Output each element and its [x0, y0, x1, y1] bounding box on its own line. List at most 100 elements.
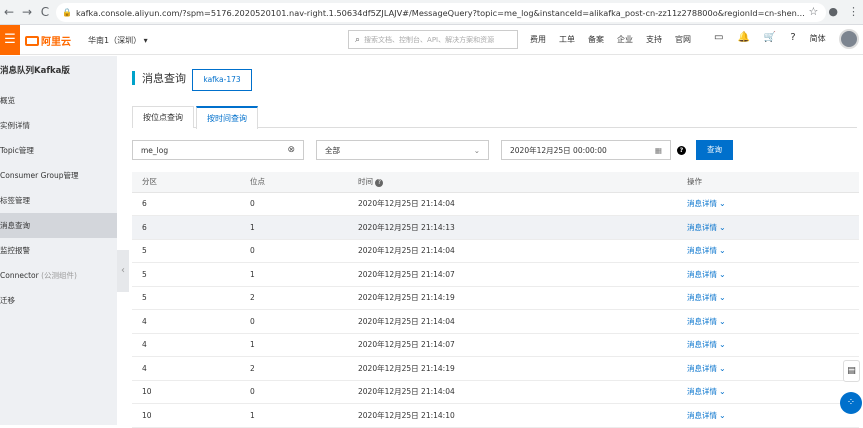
sidebar-item-overview[interactable]: 概览 [0, 88, 117, 113]
instance-chip[interactable]: kafka-173 [192, 69, 252, 91]
table-row: 4 2 2020年12月25日 21:14:19 消息详情 ⌄ [132, 356, 859, 381]
aliyun-logo[interactable]: 阿里云 [25, 33, 71, 48]
offset-cell: 1 [240, 215, 348, 240]
sidebar-item-message-query[interactable]: 消息查询 [0, 213, 117, 238]
sidebar-item-label: 迁移 [0, 296, 15, 305]
calendar-icon[interactable]: ▦ [655, 146, 662, 155]
action-cell: 消息详情 ⌄ [677, 403, 859, 428]
chevron-down-icon: ⌄ [719, 246, 726, 256]
message-detail-label: 消息详情 [687, 269, 717, 279]
screen-icon[interactable]: ▭ [714, 32, 723, 46]
star-icon[interactable]: ☆ [809, 5, 819, 18]
tab-by-time[interactable]: 按时间查询 [196, 106, 258, 129]
title-accent [132, 71, 135, 85]
message-detail-link[interactable]: 消息详情 ⌄ [687, 317, 726, 326]
tab-by-offset[interactable]: 按位点查询 [132, 106, 194, 128]
back-icon[interactable]: ← [0, 5, 18, 19]
col-header-time-label: 时间 [358, 177, 373, 187]
message-detail-link[interactable]: 消息详情 ⌄ [687, 293, 726, 302]
sidebar-item-consumer-group[interactable]: Consumer Group管理 [0, 163, 117, 188]
nav-link-fees[interactable]: 费用 [530, 34, 546, 45]
search-placeholder: 搜索文档、控制台、API、解决方案和资源 [364, 35, 495, 44]
page-header: 消息查询 [132, 70, 186, 86]
app-menu-button[interactable]: ⁘ [840, 392, 862, 414]
address-bar[interactable]: 🔒 kafka.console.aliyun.com/?spm=5176.202… [56, 3, 826, 22]
nav-link-official[interactable]: 官网 [675, 34, 691, 45]
bell-icon[interactable]: 🔔 [737, 32, 749, 46]
help-icon[interactable]: ? [375, 179, 384, 188]
language-switch[interactable]: 简体 [810, 32, 826, 46]
partition-cell: 4 [132, 333, 240, 357]
avatar[interactable] [839, 29, 859, 49]
topic-input[interactable]: me_log ⊗ [132, 140, 304, 160]
time-cell: 2020年12月25日 21:14:07 [348, 333, 677, 357]
table-row: 6 0 2020年12月25日 21:14:04 消息详情 ⌄ [132, 192, 859, 216]
topic-input-value: me_log [141, 145, 169, 155]
sidebar-item-instance[interactable]: 实例详情 [0, 113, 117, 138]
message-detail-link[interactable]: 消息详情 ⌄ [687, 340, 726, 349]
time-picker-value: 2020年12月25日 00:00:00 [510, 145, 607, 155]
time-cell: 2020年12月25日 21:14:19 [348, 286, 677, 310]
message-detail-link[interactable]: 消息详情 ⌄ [687, 246, 726, 255]
sidebar-title: 消息队列Kafka版 [0, 66, 70, 76]
grid-icon: ⁘ [846, 397, 856, 408]
help-icon[interactable]: ? [790, 32, 795, 46]
table-header-row: 分区 位点 时间 ? 操作 [132, 172, 859, 193]
menu-icon[interactable]: ☰ [0, 25, 20, 55]
sidebar-collapse-handle[interactable]: ‹ [117, 250, 129, 292]
sidebar: 消息队列Kafka版 概览 实例详情 Topic管理 Consumer Grou… [0, 56, 117, 425]
message-detail-link[interactable]: 消息详情 ⌄ [687, 199, 726, 208]
sidebar-item-label: 标签管理 [0, 196, 30, 205]
nav-link-enterprise[interactable]: 企业 [617, 34, 633, 45]
message-detail-link[interactable]: 消息详情 ⌄ [687, 364, 726, 373]
action-cell: 消息详情 ⌄ [677, 333, 859, 357]
table-row: 5 2 2020年12月25日 21:14:19 消息详情 ⌄ [132, 286, 859, 310]
global-search-input[interactable]: ⌕ 搜索文档、控制台、API、解决方案和资源 [348, 30, 518, 49]
message-detail-link[interactable]: 消息详情 ⌄ [687, 387, 726, 396]
region-selector[interactable]: 华南1（深圳） ▾ [88, 35, 148, 46]
query-button[interactable]: 查询 [696, 140, 733, 160]
beta-tag: (公测组件) [38, 271, 77, 280]
partition-select[interactable]: 全部 ⌄ [316, 140, 489, 160]
chevron-down-icon: ⌄ [473, 145, 480, 155]
message-detail-link[interactable]: 消息详情 ⌄ [687, 411, 726, 420]
forward-icon[interactable]: → [18, 5, 36, 19]
partition-cell: 6 [132, 192, 240, 216]
profile-icon[interactable]: ● [828, 5, 838, 18]
time-cell: 2020年12月25日 21:14:04 [348, 239, 677, 263]
chevron-down-icon: ⌄ [719, 199, 726, 209]
message-detail-link[interactable]: 消息详情 ⌄ [687, 223, 726, 232]
action-cell: 消息详情 ⌄ [677, 262, 859, 287]
browser-toolbar: ← → C 🔒 kafka.console.aliyun.com/?spm=51… [0, 0, 863, 25]
feedback-button[interactable]: ▤ [843, 360, 860, 382]
message-detail-link[interactable]: 消息详情 ⌄ [687, 270, 726, 279]
cart-icon[interactable]: 🛒 [764, 32, 776, 46]
sidebar-item-label: Consumer Group管理 [0, 171, 79, 180]
message-detail-label: 消息详情 [687, 387, 717, 397]
nav-link-icp[interactable]: 备案 [588, 34, 604, 45]
table-row: 5 1 2020年12月25日 21:14:07 消息详情 ⌄ [132, 262, 859, 287]
logo-mark-icon [25, 35, 39, 46]
sidebar-item-tags[interactable]: 标签管理 [0, 188, 117, 213]
time-cell: 2020年12月25日 21:14:04 [348, 380, 677, 404]
clear-icon[interactable]: ⊗ [287, 145, 295, 155]
help-icon[interactable]: ? [677, 146, 686, 155]
sidebar-item-topic[interactable]: Topic管理 [0, 138, 117, 163]
partition-cell: 4 [132, 356, 240, 381]
sidebar-item-label: Connector [0, 271, 39, 280]
time-picker[interactable]: 2020年12月25日 00:00:00 ▦ [501, 140, 671, 160]
sidebar-item-connector[interactable]: Connector (公测组件) [0, 263, 117, 288]
page-title: 消息查询 [142, 72, 186, 85]
sidebar-item-migration[interactable]: 迁移 [0, 288, 117, 313]
message-detail-label: 消息详情 [687, 293, 717, 303]
sidebar-item-monitoring[interactable]: 监控报警 [0, 238, 117, 263]
message-detail-label: 消息详情 [687, 246, 717, 256]
offset-cell: 1 [240, 262, 348, 287]
more-icon[interactable]: ⋮ [848, 5, 859, 18]
nav-link-tickets[interactable]: 工单 [559, 34, 575, 45]
reload-icon[interactable]: C [36, 5, 54, 19]
console-topnav: ☰ 阿里云 华南1（深圳） ▾ ⌕ 搜索文档、控制台、API、解决方案和资源 费… [0, 25, 863, 55]
chevron-down-icon: ⌄ [719, 222, 726, 232]
topnav-links: 费用 工单 备案 企业 支持 官网 [530, 34, 704, 45]
nav-link-support[interactable]: 支持 [646, 34, 662, 45]
